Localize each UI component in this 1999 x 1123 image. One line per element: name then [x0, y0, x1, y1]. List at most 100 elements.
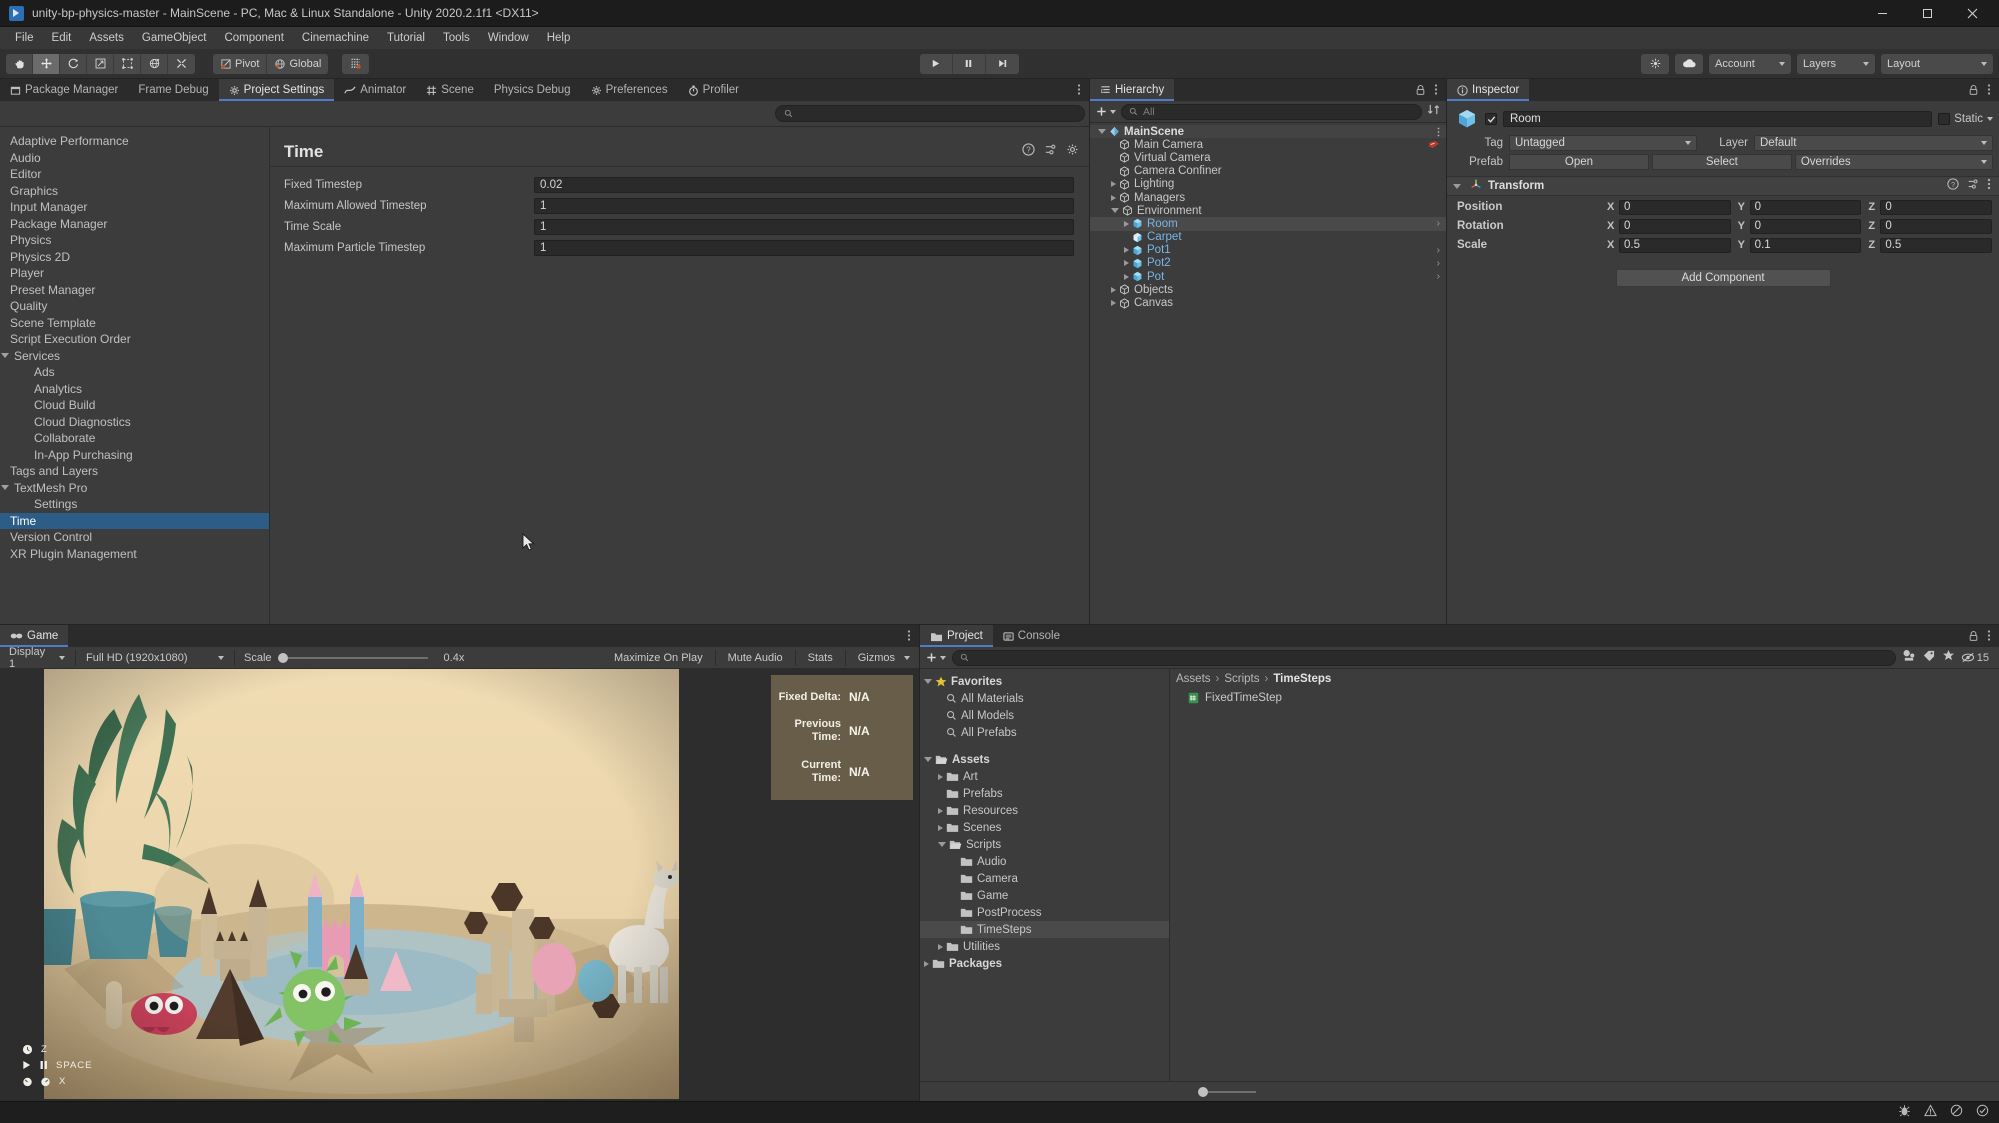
- prefab-select-button[interactable]: Select: [1652, 154, 1792, 170]
- settings-item-input-manager[interactable]: Input Manager: [0, 199, 269, 216]
- expand-arrow-icon[interactable]: [1111, 195, 1116, 201]
- expand-arrow-icon[interactable]: [1111, 181, 1116, 187]
- hierarchy-row-room[interactable]: Room›: [1090, 217, 1446, 230]
- expand-arrow-icon[interactable]: [938, 825, 943, 831]
- settings-item-editor[interactable]: Editor: [0, 166, 269, 183]
- lock-icon[interactable]: [1968, 629, 1979, 647]
- preset-icon[interactable]: [1044, 143, 1057, 161]
- tab-scene[interactable]: Scene: [416, 79, 484, 101]
- gameobject-active-checkbox[interactable]: [1485, 113, 1497, 125]
- layers-dropdown[interactable]: Layers: [1797, 54, 1875, 74]
- settings-item-package-manager[interactable]: Package Manager: [0, 216, 269, 233]
- menu-cinemachine[interactable]: Cinemachine: [293, 30, 378, 46]
- field-input-time-scale[interactable]: 1: [534, 219, 1074, 235]
- chevron-down-icon[interactable]: [904, 656, 910, 660]
- step-button[interactable]: [986, 54, 1019, 74]
- expand-arrow-icon[interactable]: [1111, 287, 1116, 293]
- field-input-fixed-timestep[interactable]: 0.02: [534, 177, 1074, 193]
- layout-dropdown[interactable]: Layout: [1881, 54, 1993, 74]
- component-menu-icon[interactable]: [1987, 177, 1991, 195]
- help-icon[interactable]: ?: [1947, 177, 1959, 195]
- tab-game[interactable]: Game: [0, 625, 68, 647]
- project-tree-item-scripts[interactable]: Scripts: [920, 836, 1169, 853]
- transform-scale-y-input[interactable]: 0.1: [1750, 238, 1862, 253]
- hierarchy-search-input[interactable]: All: [1121, 104, 1422, 120]
- asset-zoom-slider[interactable]: [1200, 1087, 1256, 1097]
- hierarchy-row-main-camera[interactable]: Main Camera: [1090, 138, 1446, 151]
- hierarchy-row-pot[interactable]: Pot›: [1090, 270, 1446, 283]
- settings-item-tags-and-layers[interactable]: Tags and Layers: [0, 463, 269, 480]
- settings-item-cloud-build[interactable]: Cloud Build: [0, 397, 269, 414]
- project-tree-item-all-materials[interactable]: All Materials: [920, 690, 1169, 707]
- settings-item-player[interactable]: Player: [0, 265, 269, 282]
- panel-menu-icon[interactable]: [1987, 83, 1991, 101]
- zoom-slider-track[interactable]: [1208, 1091, 1256, 1093]
- hierarchy-row-environment[interactable]: Environment: [1090, 204, 1446, 217]
- chevron-right-icon[interactable]: ›: [1437, 218, 1440, 229]
- hierarchy-row-pot2[interactable]: Pot2›: [1090, 257, 1446, 270]
- tab-physics-debug[interactable]: Physics Debug: [484, 79, 581, 101]
- project-folder-tree[interactable]: FavoritesAll MaterialsAll ModelsAll Pref…: [920, 669, 1170, 1081]
- expand-arrow-icon[interactable]: [1111, 208, 1119, 213]
- expand-arrow-icon[interactable]: [938, 944, 943, 950]
- filter-label-icon[interactable]: [1922, 649, 1936, 667]
- project-tree-item-assets[interactable]: Assets: [920, 751, 1169, 768]
- preset-icon[interactable]: [1967, 177, 1979, 195]
- tab-console[interactable]: Console: [993, 625, 1070, 647]
- hierarchy-row-managers[interactable]: Managers: [1090, 191, 1446, 204]
- hand-tool-button[interactable]: [6, 54, 33, 74]
- hierarchy-row-objects[interactable]: Objects: [1090, 283, 1446, 296]
- project-tree-item-audio[interactable]: Audio: [920, 853, 1169, 870]
- settings-search-input[interactable]: [775, 105, 1085, 122]
- menu-file[interactable]: File: [6, 30, 43, 46]
- tab-hierarchy[interactable]: Hierarchy: [1090, 79, 1174, 101]
- game-view[interactable]: Fixed Delta:N/APrevious Time:N/ACurrent …: [0, 669, 919, 1101]
- panel-menu-icon[interactable]: [1987, 629, 1991, 647]
- chevron-right-icon[interactable]: ›: [1437, 271, 1440, 282]
- error-icon[interactable]: [1950, 1104, 1963, 1122]
- project-tree-item-camera[interactable]: Camera: [920, 870, 1169, 887]
- chevron-right-icon[interactable]: ›: [1437, 245, 1440, 256]
- settings-item-adaptive-performance[interactable]: Adaptive Performance: [0, 133, 269, 150]
- cloud-icon[interactable]: [1675, 54, 1703, 74]
- global-toggle-button[interactable]: Global: [267, 54, 328, 74]
- add-component-button[interactable]: Add Component: [1616, 269, 1831, 287]
- pivot-toggle-button[interactable]: Pivot: [213, 54, 267, 74]
- lock-icon[interactable]: [1415, 83, 1426, 101]
- expand-arrow-icon[interactable]: [938, 842, 946, 847]
- search-settings-icon[interactable]: [1641, 54, 1669, 74]
- hierarchy-row-lighting[interactable]: Lighting: [1090, 178, 1446, 191]
- filter-type-icon[interactable]: [1902, 649, 1916, 667]
- transform-tool-button[interactable]: [141, 54, 168, 74]
- menu-tools[interactable]: Tools: [434, 30, 479, 46]
- settings-item-xr-plugin-management[interactable]: XR Plugin Management: [0, 546, 269, 563]
- project-tree-item-utilities[interactable]: Utilities: [920, 938, 1169, 955]
- static-toggle[interactable]: Static: [1938, 113, 1993, 125]
- project-search-input[interactable]: [952, 650, 1896, 666]
- expand-arrow-icon[interactable]: [1124, 247, 1129, 253]
- expand-arrow-icon[interactable]: [1124, 221, 1129, 227]
- settings-item-in-app-purchasing[interactable]: In-App Purchasing: [0, 447, 269, 464]
- asset-list[interactable]: FixedTimeStep: [1170, 689, 1999, 707]
- minimize-button[interactable]: [1860, 0, 1905, 27]
- tab-preferences[interactable]: Preferences: [581, 79, 678, 101]
- settings-item-ads[interactable]: Ads: [0, 364, 269, 381]
- tab-package-manager[interactable]: Package Manager: [0, 79, 128, 101]
- hierarchy-row-camera-confiner[interactable]: Camera Confiner: [1090, 165, 1446, 178]
- field-input-maximum-allowed-timestep[interactable]: 1: [534, 198, 1074, 214]
- tab-frame-debug[interactable]: Frame Debug: [128, 79, 218, 101]
- layer-dropdown[interactable]: Default: [1754, 135, 1993, 151]
- project-tree-item-all-prefabs[interactable]: All Prefabs: [920, 724, 1169, 741]
- project-tree-item-favorites[interactable]: Favorites: [920, 673, 1169, 690]
- menu-gameobject[interactable]: GameObject: [133, 30, 216, 46]
- rect-tool-button[interactable]: [114, 54, 141, 74]
- chevron-right-icon[interactable]: ›: [1437, 258, 1440, 269]
- expand-arrow-icon[interactable]: [1124, 260, 1129, 266]
- pause-button[interactable]: [953, 54, 986, 74]
- rotate-tool-button[interactable]: [60, 54, 87, 74]
- hidden-assets-badge[interactable]: 15: [1961, 652, 1994, 664]
- scale-slider-track[interactable]: [288, 657, 428, 659]
- breadcrumb-item[interactable]: Scripts: [1224, 673, 1259, 685]
- expand-arrow-icon[interactable]: [924, 757, 932, 762]
- project-tree-item-art[interactable]: Art: [920, 768, 1169, 785]
